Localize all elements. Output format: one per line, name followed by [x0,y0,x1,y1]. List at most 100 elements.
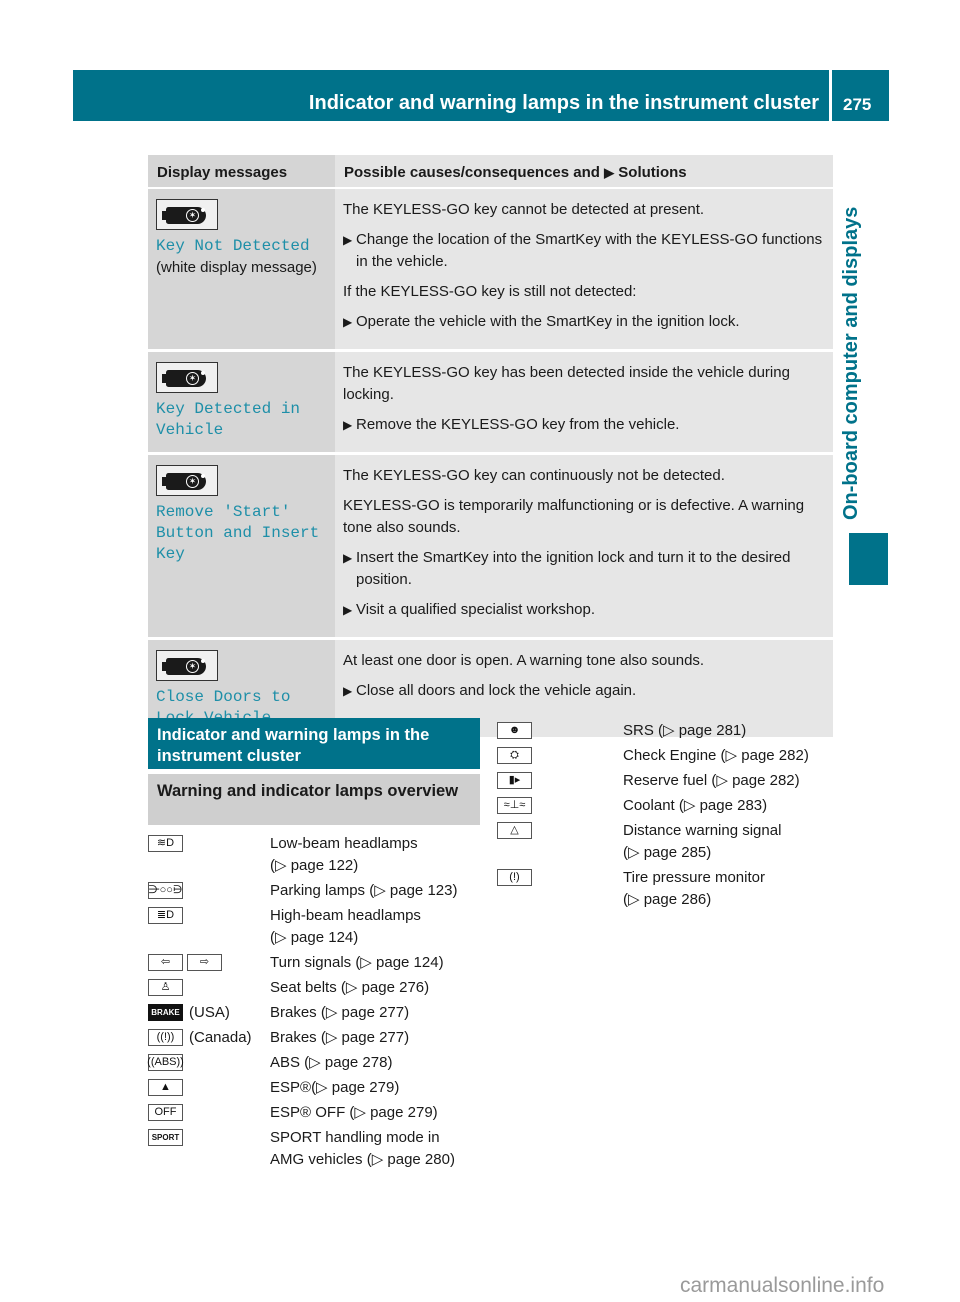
lamp-icon-group: (!) [497,867,623,911]
solution-step-text: Operate the vehicle with the SmartKey in… [356,313,740,330]
lamp-description: ABS (▷ page 278) [270,1052,483,1074]
page-reference-link[interactable]: (▷ page 122) [270,855,483,877]
lamp-icon-group: ((!)) (Canada) [148,1027,270,1049]
lamp-list-item: OFF ESP® OFF (▷ page 279) [148,1102,483,1124]
lamp-icon-group: SPORT [148,1127,270,1171]
cause-text: If the KEYLESS-GO key is still not detec… [343,283,637,300]
solution-step-text: Close all doors and lock the vehicle aga… [356,682,637,699]
lamp-icon-group: ≋D [148,833,270,877]
solution-step: ▶ Remove the KEYLESS-GO key from the vehi… [343,414,827,436]
cause-text: At least one door is open. A warning ton… [343,652,705,669]
lamp-description-text: SRS (▷ page 281) [623,722,747,739]
lamp-list-item: ≋D Low-beam headlamps (▷ page 122) [148,833,483,877]
lamp-list-item: ▮▸ Reserve fuel (▷ page 282) [497,770,832,792]
lamp-icon-group: ♙ [148,977,270,999]
lamp-description-text: ESP® OFF (▷ page 279) [270,1104,438,1121]
step-arrow-icon: ▶ [343,418,353,432]
lamp-region-qualifier: (USA) [189,1004,230,1021]
table-row: ✶ Key Detected in Vehicle The KEYLESS-GO k… [148,352,833,455]
lamp-icon-group: ▲ [148,1077,270,1099]
smartkey-icon: ✶ [156,362,218,393]
lamp-description-text: Reserve fuel (▷ page 282) [623,772,800,789]
lamp-list-item: ((!)) (Canada) Brakes (▷ page 277) [148,1027,483,1049]
column-header-text-tail: Solutions [618,164,687,181]
smartkey-icon: ✶ [156,650,218,681]
lamp-icon-group: BRAKE (USA) [148,1002,270,1024]
lamp-list-item: SPORT SPORT handling mode in AMG vehicles … [148,1127,483,1171]
page-number-box: 275 [832,70,889,121]
esp-off-icon: OFF [148,1104,183,1121]
solution-step-text: Visit a qualified specialist workshop. [356,601,596,618]
lamp-list-item: (!) Tire pressure monitor (▷ page 286) [497,867,832,911]
abs-icon: ((ABS)) [147,1054,184,1071]
solution-step: ▶ Visit a qualified specialist workshop. [343,599,827,621]
page-reference-link[interactable]: AMG vehicles (▷ page 280) [270,1149,483,1171]
lamp-icon-group: ⇦ ⇨ [148,952,270,974]
step-arrow-icon: ▶ [343,684,353,698]
lamp-description: Low-beam headlamps (▷ page 122) [270,833,483,877]
sport-mode-icon: SPORT [148,1129,183,1146]
chapter-side-marker [849,533,888,585]
cause-text: KEYLESS-GO is temporarily malfunctioning… [343,497,805,536]
lamp-icon-group: ≈⊥≈ [497,795,623,817]
seat-belt-icon: ♙ [148,979,183,996]
lamp-icon-group: ▮▸ [497,770,623,792]
cause-text: The KEYLESS-GO key cannot be detected at… [343,201,705,218]
display-message-cell: ✶ Remove 'Start' Button and Insert Key [148,455,335,637]
lamp-description-text: Brakes (▷ page 277) [270,1029,410,1046]
turn-signal-left-icon: ⇦ [148,954,183,971]
step-arrow-icon: ▶ [343,603,353,617]
lamp-icon-group: ((ABS)) [147,1052,270,1074]
display-message-text: Key Detected in Vehicle [156,400,301,439]
lamp-description-text: ABS (▷ page 278) [270,1054,393,1071]
lamp-description: Distance warning signal (▷ page 285) [623,820,832,864]
lamp-icon-group: △ [497,820,623,864]
lamp-description: Coolant (▷ page 283) [623,795,832,817]
lamp-description-text: High-beam headlamps [270,907,421,924]
page-reference-link[interactable]: (▷ page 285) [623,842,832,864]
step-arrow-icon: ▶ [343,233,353,247]
lamp-description-text: SPORT handling mode in [270,1129,440,1146]
cause-text: The KEYLESS-GO key has been detected ins… [343,364,790,403]
lamp-list-item: ▲ ESP®(▷ page 279) [148,1077,483,1099]
solution-step: ▶ Insert the SmartKey into the ignition l… [343,547,827,591]
page-title: Indicator and warning lamps in the instr… [308,92,819,114]
lamp-description-text: Parking lamps (▷ page 123) [270,882,458,899]
subsection-heading: Warning and indicator lamps overview [148,774,480,825]
lamp-list-item: ⛭ Check Engine (▷ page 282) [497,745,832,767]
table-row: ✶ Key Not Detected (white display message)… [148,189,833,352]
lamp-list-left: ≋D Low-beam headlamps (▷ page 122) ⋺○○⋻ Park… [147,833,483,1174]
high-beam-icon: ≣D [148,907,183,924]
lamp-description: ESP® OFF (▷ page 279) [270,1102,483,1124]
column-header-causes-solutions: Possible causes/consequences and ▶ Solut… [335,155,833,187]
lamp-description-text: Distance warning signal [623,822,782,839]
step-arrow-icon: ▶ [343,551,353,565]
lamp-description: Brakes (▷ page 277) [270,1027,483,1049]
reserve-fuel-icon: ▮▸ [497,772,532,789]
lamp-icon-group: ≣D [148,905,270,949]
table-row: ✶ Remove 'Start' Button and Insert Key The… [148,455,833,640]
lamp-region-qualifier: (Canada) [189,1029,252,1046]
lamp-list-item: BRAKE (USA) Brakes (▷ page 277) [148,1002,483,1024]
page-reference-link[interactable]: (▷ page 124) [270,927,483,949]
solution-step-text: Change the location of the SmartKey with… [356,231,823,270]
table-header: Display messages Possible causes/consequ… [148,155,833,189]
lamp-list-item: ((ABS)) ABS (▷ page 278) [147,1052,483,1074]
turn-signal-right-icon: ⇨ [187,954,222,971]
lamp-description-text: Coolant (▷ page 283) [623,797,768,814]
distance-warning-icon: △ [497,822,532,839]
lamp-description-text: Seat belts (▷ page 276) [270,979,430,996]
page-reference-link[interactable]: (▷ page 286) [623,889,832,911]
causes-solutions-cell: The KEYLESS-GO key cannot be detected at… [335,189,833,349]
smartkey-icon: ✶ [156,465,218,496]
lamp-description-text: Brakes (▷ page 277) [270,1004,410,1021]
lamp-list-item: △ Distance warning signal (▷ page 285) [497,820,832,864]
lamp-list-item: ≈⊥≈ Coolant (▷ page 283) [497,795,832,817]
display-message-text: Remove 'Start' Button and Insert Key [156,503,320,563]
lamp-list-item: ♙ Seat belts (▷ page 276) [148,977,483,999]
brake-usa-icon: BRAKE [148,1004,183,1021]
causes-solutions-cell: The KEYLESS-GO key has been detected ins… [335,352,833,452]
lamp-description-text: Tire pressure monitor [623,869,765,886]
coolant-icon: ≈⊥≈ [497,797,532,814]
esp-icon: ▲ [148,1079,183,1096]
